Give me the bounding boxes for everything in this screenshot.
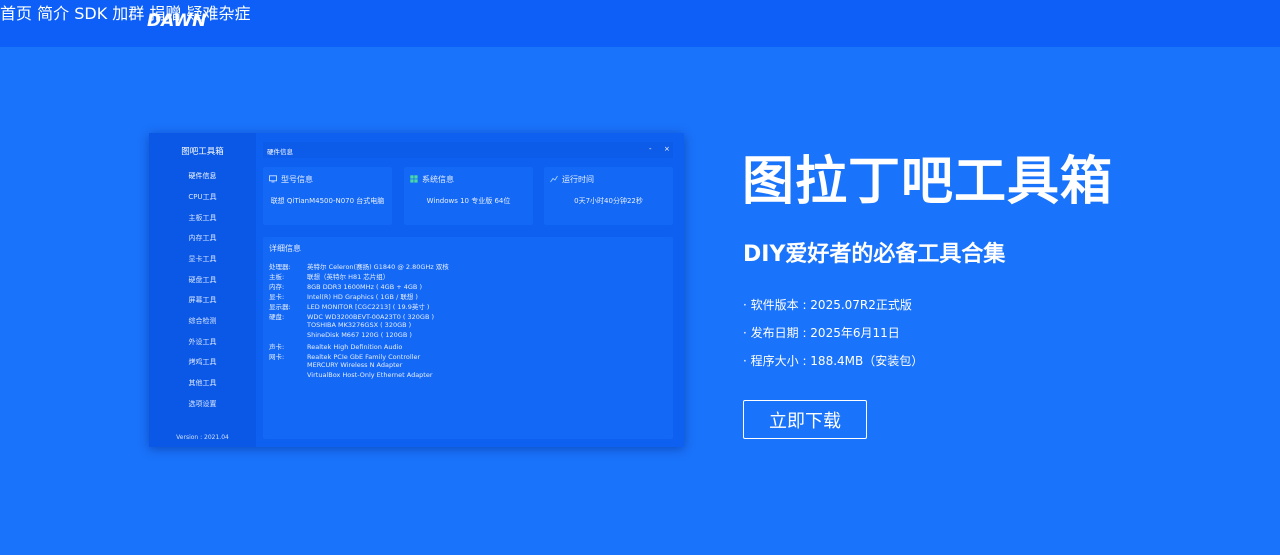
close-icon: × [664, 145, 670, 153]
hero-title: 图拉丁吧工具箱 [742, 152, 1114, 212]
app-menu-disk: 硬盘工具 [188, 276, 217, 284]
app-menu-hardware-info: 硬件信息 [188, 172, 217, 180]
app-window-title: 硬件信息 [267, 148, 293, 156]
card-system-title: 系统信息 [422, 175, 454, 184]
minimize-icon: - [649, 145, 652, 153]
detail-row: TOSHIBA MK3276GSX ( 320GB ) [307, 321, 412, 329]
detail-row: ShineDisk M667 120G ( 120GB ) [307, 331, 412, 339]
monitor-icon [269, 175, 277, 183]
detail-row: 处理器: 英特尔 Celeron(赛扬) G1840 @ 2.80GHz 双核 [269, 263, 449, 271]
detail-row: VirtualBox Host-Only Ethernet Adapter [307, 371, 433, 379]
card-system-value: Windows 10 专业版 64位 [426, 197, 511, 205]
app-sidebar: 图吧工具箱 硬件信息 CPU工具 主板工具 内存工具 显卡工具 硬盘工具 屏幕工… [149, 133, 256, 447]
detail-info-panel: 详细信息 处理器: 英特尔 Celeron(赛扬) G1840 @ 2.80GHz… [263, 237, 673, 439]
detail-row: 硬盘: WDC WD3200BEVT-00A23T0 ( 320GB ) [269, 313, 435, 321]
detail-title: 详细信息 [269, 244, 301, 253]
app-preview-window: 图吧工具箱 硬件信息 CPU工具 主板工具 内存工具 显卡工具 硬盘工具 屏幕工… [149, 133, 684, 447]
app-menu-diagnostics: 综合检测 [188, 317, 217, 325]
meta-size: · 程序大小 : 188.4MB（安装包） [743, 354, 924, 368]
card-model-value: 联想 QiTianM4500-N070 台式电脑 [270, 197, 385, 205]
detail-row: 显卡: Intel(R) HD Graphics ( 1GB / 联想 ) [269, 293, 418, 301]
detail-row: 主板: 联想（英特尔 H81 芯片组） [269, 273, 390, 281]
nav-intro[interactable]: 简介 [37, 4, 69, 23]
detail-row: 显示器: LED MONITOR [CGC2213] ( 19.9英寸 ) [269, 303, 430, 311]
detail-row: 网卡: Realtek PCIe GbE Family Controller [269, 353, 421, 361]
nav-home[interactable]: 首页 [0, 4, 32, 23]
meta-version: · 软件版本 : 2025.07R2正式版 [743, 298, 912, 312]
app-menu-cpu: CPU工具 [188, 193, 217, 201]
detail-row: MERCURY Wireless N Adapter [307, 361, 403, 369]
app-menu-stress: 烤鸡工具 [188, 358, 217, 366]
detail-row: 内存: 8GB DDR3 1600MHz ( 4GB + 4GB ) [269, 283, 422, 291]
card-uptime-title: 运行时间 [562, 175, 594, 184]
app-menu-other: 其他工具 [188, 379, 217, 387]
download-button[interactable]: 立即下载 [743, 400, 867, 439]
nav-sdk[interactable]: SDK [74, 4, 107, 23]
card-model-info: 型号信息 联想 QiTianM4500-N070 台式电脑 [263, 167, 392, 225]
meta-release-date: · 发布日期 : 2025年6月11日 [743, 326, 900, 340]
svg-text:DAWN: DAWN [147, 11, 206, 29]
app-menu-memory: 内存工具 [188, 234, 217, 242]
app-menu-mainboard: 主板工具 [188, 214, 217, 222]
activity-icon [550, 175, 558, 183]
windows-icon [410, 175, 418, 183]
app-menu-settings: 选项设置 [188, 400, 217, 408]
app-version: Version : 2021.04 [176, 434, 229, 441]
card-system-info: 系统信息 Windows 10 专业版 64位 [404, 167, 533, 225]
card-uptime-value: 0天7小时40分钟22秒 [574, 197, 643, 205]
app-titlebar: 硬件信息 - × [263, 142, 673, 158]
top-nav-bar: DAWN 首页 简介 SDK 加群 捐赠 疑难杂症 [0, 0, 1280, 47]
card-uptime: 运行时间 0天7小时40分钟22秒 [544, 167, 673, 225]
detail-row: 声卡: Realtek High Definition Audio [269, 343, 403, 351]
app-menu-gpu: 显卡工具 [188, 255, 217, 263]
app-main-panel: 硬件信息 - × 型号信息 联想 QiTianM4500-N070 台式电脑 系… [256, 133, 684, 447]
nav-join-group[interactable]: 加群 [112, 4, 144, 23]
app-brand: 图吧工具箱 [181, 147, 224, 157]
app-menu-screen: 屏幕工具 [188, 296, 217, 304]
app-menu-peripherals: 外设工具 [188, 338, 217, 346]
card-model-title: 型号信息 [281, 175, 313, 184]
dawn-logo[interactable]: DAWN [147, 11, 209, 29]
hero-subtitle: DIY爱好者的必备工具合集 [743, 242, 1006, 267]
